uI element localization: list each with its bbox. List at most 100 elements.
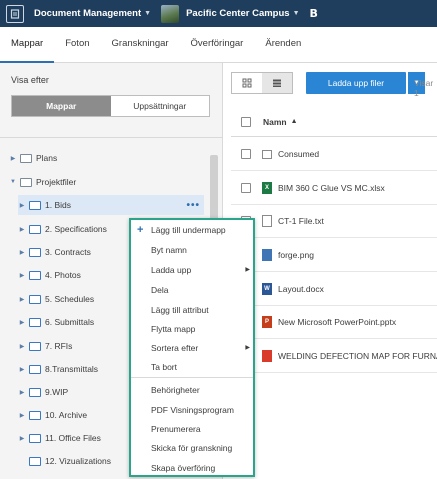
list-view-icon[interactable] bbox=[262, 73, 292, 93]
menu-item-move-folder[interactable]: Flytta mapp bbox=[131, 319, 253, 339]
tab-transmittals[interactable]: Överföringar bbox=[180, 27, 255, 63]
tree-item-label: 12. Vizualizations bbox=[45, 456, 111, 466]
chevron-right-icon[interactable]: ▶ bbox=[18, 435, 26, 442]
file-name[interactable]: CT-1 File.txt bbox=[278, 216, 324, 226]
chevron-right-icon[interactable]: ▶ bbox=[9, 155, 17, 162]
folder-icon bbox=[29, 224, 41, 234]
chevron-right-icon[interactable]: ▶ bbox=[18, 272, 26, 279]
folder-icon bbox=[29, 410, 41, 420]
tree-item-label: Plans bbox=[36, 153, 58, 163]
menu-item-label: Lägg till undermapp bbox=[151, 225, 226, 235]
tab-reviews[interactable]: Granskningar bbox=[101, 27, 180, 63]
folder-icon bbox=[20, 177, 32, 187]
tab-folders[interactable]: Mappar bbox=[0, 27, 55, 63]
tree-item-label: 6. Submittals bbox=[45, 317, 95, 327]
chevron-right-icon[interactable]: ▶ bbox=[18, 389, 26, 396]
folder-icon bbox=[29, 387, 41, 397]
chevron-down-icon[interactable]: ▼ bbox=[144, 10, 151, 17]
menu-item-share[interactable]: Dela bbox=[131, 280, 253, 300]
view-toggle: Mappar Uppsättningar bbox=[11, 95, 210, 117]
table-row[interactable]: CT-1 File.txt bbox=[231, 205, 437, 238]
menu-item-add-attribute[interactable]: Lägg till attribut bbox=[131, 300, 253, 320]
tab-bar: Mappar Foton Granskningar Överföringar Ä… bbox=[0, 27, 437, 63]
app-title[interactable]: Document Management bbox=[34, 8, 141, 19]
word-file-icon: W bbox=[262, 283, 272, 295]
menu-item-sort-by[interactable]: Sortera efter ▶ bbox=[131, 338, 253, 358]
chevron-right-icon[interactable]: ▶ bbox=[18, 412, 26, 419]
tree-item-label: 4. Photos bbox=[45, 270, 81, 280]
tree-item-project-files[interactable]: ▼ Projektfiler bbox=[9, 172, 199, 192]
layout-toggle bbox=[231, 72, 293, 94]
tree-item-label: 2. Specifications bbox=[45, 224, 107, 234]
menu-item-label: Sortera efter bbox=[151, 343, 199, 353]
view-folders-button[interactable]: Mappar bbox=[12, 96, 111, 116]
chevron-right-icon[interactable]: ▶ bbox=[18, 296, 26, 303]
folder-context-menu: + Lägg till undermapp Byt namn Ladda upp… bbox=[129, 218, 255, 477]
tree-item-label: 11. Office Files bbox=[45, 433, 101, 443]
chevron-right-icon[interactable]: ▶ bbox=[18, 226, 26, 233]
menu-item-add-subfolder[interactable]: + Lägg till undermapp bbox=[131, 220, 253, 240]
chevron-right-icon[interactable]: ▶ bbox=[18, 319, 26, 326]
menu-item-subscribe[interactable]: Prenumerera bbox=[131, 419, 253, 439]
select-all-checkbox[interactable] bbox=[241, 116, 251, 127]
menu-item-delete[interactable]: Ta bort bbox=[131, 357, 253, 377]
folder-icon bbox=[29, 294, 41, 304]
file-name[interactable]: Layout.docx bbox=[278, 284, 324, 294]
chevron-down-icon[interactable]: ▼ bbox=[293, 10, 300, 17]
table-row[interactable]: X BIM 360 C Glue VS MC.xlsx bbox=[231, 172, 437, 205]
row-checkbox[interactable] bbox=[241, 183, 251, 193]
file-name[interactable]: WELDING DEFECTION MAP FOR FURNA bbox=[278, 351, 437, 361]
table-row[interactable]: Consumed bbox=[231, 138, 437, 171]
folder-icon bbox=[29, 456, 41, 466]
file-name[interactable]: forge.png bbox=[278, 250, 314, 260]
upload-files-button[interactable]: Ladda upp filer bbox=[306, 72, 406, 94]
document-app-icon[interactable] bbox=[6, 4, 24, 23]
folder-icon bbox=[262, 149, 272, 159]
table-row[interactable]: WELDING DEFECTION MAP FOR FURNA bbox=[231, 340, 437, 373]
tree-item-label: 10. Archive bbox=[45, 410, 88, 420]
folder-icon bbox=[29, 247, 41, 257]
chevron-down-icon[interactable]: ▼ bbox=[9, 179, 17, 185]
chevron-right-icon[interactable]: ▶ bbox=[18, 343, 26, 350]
chevron-right-icon: ▶ bbox=[245, 345, 250, 351]
row-checkbox[interactable] bbox=[241, 149, 251, 159]
menu-item-pdf-viewer[interactable]: PDF Visningsprogram bbox=[131, 400, 253, 420]
tree-item-plans[interactable]: ▶ Plans bbox=[9, 148, 199, 168]
file-name[interactable]: BIM 360 C Glue VS MC.xlsx bbox=[278, 183, 385, 193]
image-file-icon bbox=[262, 249, 272, 261]
tree-item-bids[interactable]: ▶ 1. Bids ••• bbox=[18, 195, 204, 215]
excel-file-icon: X bbox=[262, 182, 272, 194]
brand-logo: B bbox=[309, 7, 318, 20]
menu-item-permissions[interactable]: Behörigheter bbox=[131, 380, 253, 400]
folder-icon bbox=[29, 433, 41, 443]
tab-photos[interactable]: Foton bbox=[54, 27, 100, 63]
grid-view-icon[interactable] bbox=[232, 73, 262, 93]
folder-icon bbox=[29, 364, 41, 374]
sort-ascending-icon[interactable]: ▲ bbox=[291, 118, 298, 125]
file-name[interactable]: Consumed bbox=[278, 149, 319, 159]
folder-icon bbox=[29, 317, 41, 327]
chevron-right-icon[interactable]: ▶ bbox=[18, 249, 26, 256]
view-sets-button[interactable]: Uppsättningar bbox=[111, 96, 210, 116]
more-options-icon[interactable]: ••• bbox=[186, 200, 200, 211]
menu-item-upload[interactable]: Ladda upp ▶ bbox=[131, 260, 253, 280]
name-column-header[interactable]: Namn bbox=[263, 117, 287, 127]
tree-item-label: Projektfiler bbox=[36, 177, 77, 187]
chevron-right-icon[interactable]: ▶ bbox=[18, 202, 26, 209]
powerpoint-file-icon: P bbox=[262, 316, 272, 328]
project-name[interactable]: Pacific Center Campus bbox=[186, 8, 289, 19]
tab-issues[interactable]: Ärenden bbox=[254, 27, 312, 63]
menu-item-rename[interactable]: Byt namn bbox=[131, 240, 253, 260]
folder-icon bbox=[29, 200, 41, 210]
menu-item-send-for-review[interactable]: Skicka för granskning bbox=[131, 438, 253, 458]
plus-icon: + bbox=[137, 224, 144, 236]
chevron-right-icon[interactable]: ▶ bbox=[18, 366, 26, 373]
table-row[interactable]: P New Microsoft PowerPoint.pptx bbox=[231, 306, 437, 339]
folder-icon bbox=[20, 153, 32, 163]
table-row[interactable]: forge.png bbox=[231, 239, 437, 272]
table-header: Namn ▲ bbox=[231, 107, 437, 137]
tree-item-label: 7. RFIs bbox=[45, 341, 73, 351]
table-row[interactable]: W Layout.docx bbox=[231, 273, 437, 306]
file-name[interactable]: New Microsoft PowerPoint.pptx bbox=[278, 317, 396, 327]
menu-item-create-transmittal[interactable]: Skapa överföring bbox=[131, 458, 253, 478]
